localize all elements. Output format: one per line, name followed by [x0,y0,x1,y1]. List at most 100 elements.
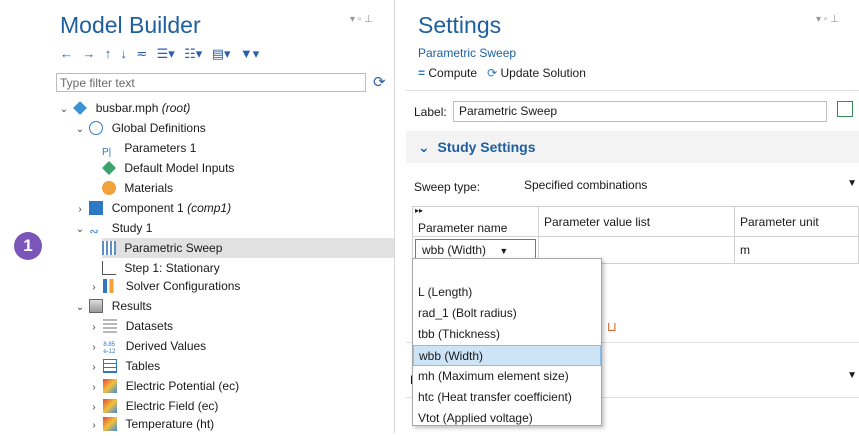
chevron-down-icon[interactable]: ⌄ [74,220,86,240]
plot-group-icon [103,417,118,431]
settings-subtitle: Parametric Sweep [418,46,517,60]
chevron-down-icon: ▼ [847,178,857,189]
tree-item-electric-potential[interactable]: › Electric Potential (ec) [88,376,239,396]
tree-label: Electric Potential (ec) [125,379,240,393]
tree-label: Parametric Sweep [124,241,223,255]
sweep-type-caption: Sweep type: [414,180,481,194]
chart-icon[interactable]: ⊔ [607,319,617,334]
chevron-right-icon[interactable]: › [88,338,100,358]
results-icon [89,299,104,313]
tree-label: Temperature (ht) [125,417,215,431]
study-icon: ∾ [89,226,99,238]
derived-values-icon: 8.85 e-12 [103,342,116,355]
tree-item-default-model-inputs[interactable]: Default Model Inputs [102,158,234,178]
tree-item-materials[interactable]: Materials [102,178,173,198]
tables-icon [103,359,118,373]
parametric-sweep-icon [102,241,116,255]
label-edit-icon[interactable] [837,101,853,117]
tree-item-tables[interactable]: › Tables [88,356,160,376]
update-solution-button[interactable]: ⟳ Update Solution [487,66,586,80]
dropdown-option-blank[interactable] [413,261,601,282]
forward-arrow-icon[interactable]: → [82,46,95,61]
dropdown-option[interactable]: mh (Maximum element size) [413,366,601,387]
tree-label: busbar.mph [95,101,159,115]
show-dropdown-icon[interactable]: ☷▾ [184,46,202,62]
plot-group-icon [103,379,118,393]
table-header-row: ▸▸ Parameter name Parameter value list P… [412,206,859,237]
table-header-parameter-name[interactable]: ▸▸ Parameter name [412,206,539,237]
toolbar-divider [406,90,859,91]
stationary-icon [102,261,116,275]
tree-item-temperature[interactable]: › Temperature (ht) [88,414,214,434]
up-arrow-icon[interactable]: ↑ [105,46,112,61]
chevron-down-icon[interactable]: ⌄ [74,120,86,140]
chevron-right-icon[interactable]: › [88,278,100,298]
refresh-icon[interactable]: ⟳ [373,73,386,91]
callout-badge-1: 1 [14,232,42,260]
dropdown-option[interactable]: Vtot (Applied voltage) [413,408,601,429]
tree-item-parameters[interactable]: P| Parameters 1 [102,138,196,158]
collapse-icon[interactable]: ≂ [136,46,147,62]
tree-item-component[interactable]: › Component 1 (comp1) [74,198,231,218]
dropdown-option[interactable]: L (Length) [413,282,601,303]
chevron-right-icon[interactable]: › [88,358,100,378]
model-builder-title: Model Builder [60,12,201,38]
tree-label: Solver Configurations [125,279,241,293]
view-dropdown-icon[interactable]: ▤▾ [212,46,231,62]
expand-dropdown-icon[interactable]: ☰▾ [157,46,175,62]
tree-item-step-stationary[interactable]: Step 1: Stationary [102,258,220,278]
section-title: Study Settings [437,139,536,155]
tree-label: Component 1 [111,201,184,215]
panel-window-controls[interactable]: ▾ ▫ ⊥ [350,14,373,25]
table-header-parameter-value-list[interactable]: Parameter value list [538,206,735,237]
tree-label: Default Model Inputs [124,161,235,175]
solver-icon [103,279,118,293]
tree-label: Step 1: Stationary [124,261,220,275]
tree-item-results[interactable]: ⌄ Results [74,296,152,316]
tree-item-root[interactable]: ⌄ busbar.mph (root) [58,98,191,120]
tree-label: Parameters 1 [124,141,197,155]
compute-button[interactable]: = Compute [418,66,477,80]
tree-item-solver-configurations[interactable]: › Solver Configurations [88,276,240,296]
dropdown-option-selected[interactable]: wbb (Width) [413,345,601,366]
study-settings-header[interactable]: ⌄ Study Settings [418,139,536,156]
tree-item-electric-field[interactable]: › Electric Field (ec) [88,396,218,416]
parameter-unit-cell[interactable]: m [734,236,859,264]
dropdown-option[interactable]: htc (Heat transfer coefficient) [413,387,601,408]
chevron-right-icon[interactable]: › [88,318,100,338]
chevron-down-icon[interactable]: ⌄ [58,100,70,120]
tree-label: Materials [124,181,174,195]
label-input[interactable]: Parametric Sweep [453,101,827,122]
column-expand-icon[interactable]: ▸▸ [415,206,423,215]
tree-item-global-definitions[interactable]: ⌄ Global Definitions [74,118,206,138]
tree-item-study[interactable]: ⌄ ∾ Study 1 [74,218,153,240]
sweep-type-value: Specified combinations [524,178,648,192]
dropdown-option[interactable]: tbb (Thickness) [413,324,601,345]
chevron-right-icon[interactable]: › [74,200,86,220]
tree-item-derived-values[interactable]: › 8.85 e-12 Derived Values [88,336,206,356]
chevron-down-icon: ▼ [499,246,509,256]
tree-suffix: (comp1) [187,201,232,215]
dropdown-option[interactable]: rad_1 (Bolt radius) [413,303,601,324]
chevron-right-icon[interactable]: › [88,416,100,436]
model-builder-toolbar: ← → ↑ ↓ ≂ ☰▾ ☷▾ ▤▾ ▼▾ [60,46,265,62]
tree-label: Study 1 [111,221,153,235]
sweep-type-select[interactable]: Specified combinations ▼ [518,176,859,196]
down-arrow-icon[interactable]: ↓ [121,46,128,61]
tree-item-parametric-sweep[interactable]: Parametric Sweep [102,238,394,258]
materials-icon [102,181,116,195]
pin-dropdown-icon[interactable]: ▼▾ [240,46,259,62]
update-solution-label: Update Solution [500,66,586,80]
table-header-parameter-unit[interactable]: Parameter unit [734,206,859,237]
parameter-table: ▸▸ Parameter name Parameter value list P… [412,206,859,264]
tree-item-datasets[interactable]: › Datasets [88,316,173,336]
back-arrow-icon[interactable]: ← [60,46,73,61]
chevron-down-icon: ⌄ [418,139,430,155]
chevron-down-icon[interactable]: ⌄ [74,298,86,318]
panel-window-controls[interactable]: ▾ ▫ ⊥ [816,14,839,25]
hidden-select[interactable]: ▼ [606,367,859,387]
tree-label: Global Definitions [111,121,206,135]
filter-input[interactable]: Type filter text [56,73,366,92]
chevron-right-icon[interactable]: › [88,378,100,398]
header-label: Parameter name [418,220,508,235]
